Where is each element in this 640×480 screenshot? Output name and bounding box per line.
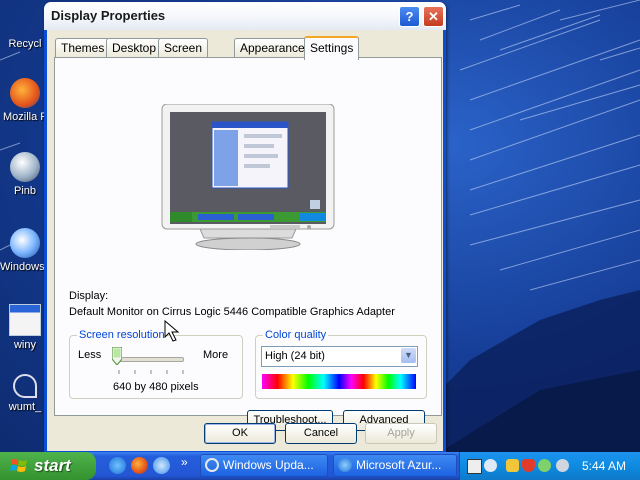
color-quality-legend: Color quality [263,329,329,341]
resolution-value: 640 by 480 pixels [113,381,199,393]
cancel-button[interactable]: Cancel [285,423,357,444]
resolution-more-label: More [203,349,229,361]
desktop-icon-media-player[interactable]: Windows Play [0,228,70,273]
desktop-icon-window-app[interactable]: winy [0,304,50,351]
desktop-icon-label: Pinb [13,185,37,197]
ok-button[interactable]: OK [204,423,276,444]
desktop-icon-label: Recycl [8,38,42,50]
screen-resolution-legend: Screen resolution [77,329,167,341]
volume-icon[interactable] [556,459,569,472]
desktop-icon-shortcut[interactable]: wumt_ [0,374,50,413]
settings-panel: Display: Default Monitor on Cirrus Logic… [54,57,442,431]
window-app-icon [9,304,41,336]
task-label: Windows Upda... [223,458,314,472]
internet-explorer-icon [338,458,352,472]
chevron-down-icon[interactable]: ▼ [401,348,416,363]
resolution-slider-ticks [118,370,184,374]
windows-update-icon [205,458,219,472]
task-microsoft-azure[interactable]: Microsoft Azur... [333,454,457,477]
windows-logo-icon [10,459,27,472]
task-label: Microsoft Azur... [356,458,442,472]
cursor-icon [164,319,180,342]
back-arrow-icon[interactable] [484,459,497,472]
desktop-icon-label: Windows Play [0,261,70,273]
tab-desktop[interactable]: Desktop [106,38,163,58]
desktop-icon-label: Mozilla F [2,111,47,123]
color-spectrum-bar [262,374,416,389]
display-adapter-name: Default Monitor on Cirrus Logic 5446 Com… [69,306,395,318]
internet-explorer-icon[interactable] [109,457,126,474]
dialog-body: Themes Desktop Screen Saver Appearance S… [47,30,443,451]
email-icon[interactable] [153,457,170,474]
resolution-slider-track[interactable] [118,357,184,362]
tab-settings[interactable]: Settings [304,36,360,60]
resolution-slider-thumb[interactable] [112,347,122,365]
monitor-preview [161,104,335,250]
color-quality-select[interactable]: High (24 bit) ▼ [261,346,418,367]
tab-themes[interactable]: Themes [55,38,111,58]
screen-resolution-group: Screen resolution Less More 640 by 480 p… [69,329,243,399]
firefox-icon[interactable] [131,457,148,474]
window-title: Display Properties [51,8,166,23]
color-quality-value: High (24 bit) [265,350,325,362]
system-tray: 5:44 AM [459,452,640,480]
desktop-icon-label: wumt_ [8,401,42,413]
firefox-icon [10,78,40,108]
desktop-icon-label: winy [13,339,36,351]
quick-launch-more[interactable]: » [181,455,188,469]
task-windows-update[interactable]: Windows Upda... [200,454,328,477]
clock[interactable]: 5:44 AM [582,459,626,473]
pinball-icon [10,152,40,182]
users-icon[interactable] [538,459,551,472]
network-icon[interactable] [506,459,519,472]
tab-screen-saver[interactable]: Screen Saver [158,38,209,74]
media-player-icon [10,228,40,258]
start-label: start [34,456,71,475]
resolution-less-label: Less [78,349,102,361]
desktop-icon-pinball[interactable]: Pinb [0,152,50,197]
apply-button[interactable]: Apply [365,423,437,444]
desktop-icon-recycle-bin[interactable]: Recycl [0,38,50,50]
title-bar[interactable]: Display Properties ? ✕ [44,2,446,30]
taskbar: start » Windows Upda... Microsoft Azur..… [0,452,640,480]
help-button[interactable]: ? [399,6,420,27]
shortcut-icon [13,374,37,398]
color-quality-group: Color quality High (24 bit) ▼ [255,329,427,399]
tab-appearance[interactable]: Appearance [234,38,311,58]
start-button[interactable]: start [0,452,96,480]
display-properties-window: Display Properties ? ✕ Themes Desktop Sc… [44,2,446,454]
close-button[interactable]: ✕ [423,6,444,27]
desktop-icon-firefox[interactable]: Mozilla F [0,78,50,123]
security-shield-icon[interactable] [522,459,535,472]
display-label: Display: [69,290,109,302]
help-tray-icon[interactable] [467,459,482,474]
